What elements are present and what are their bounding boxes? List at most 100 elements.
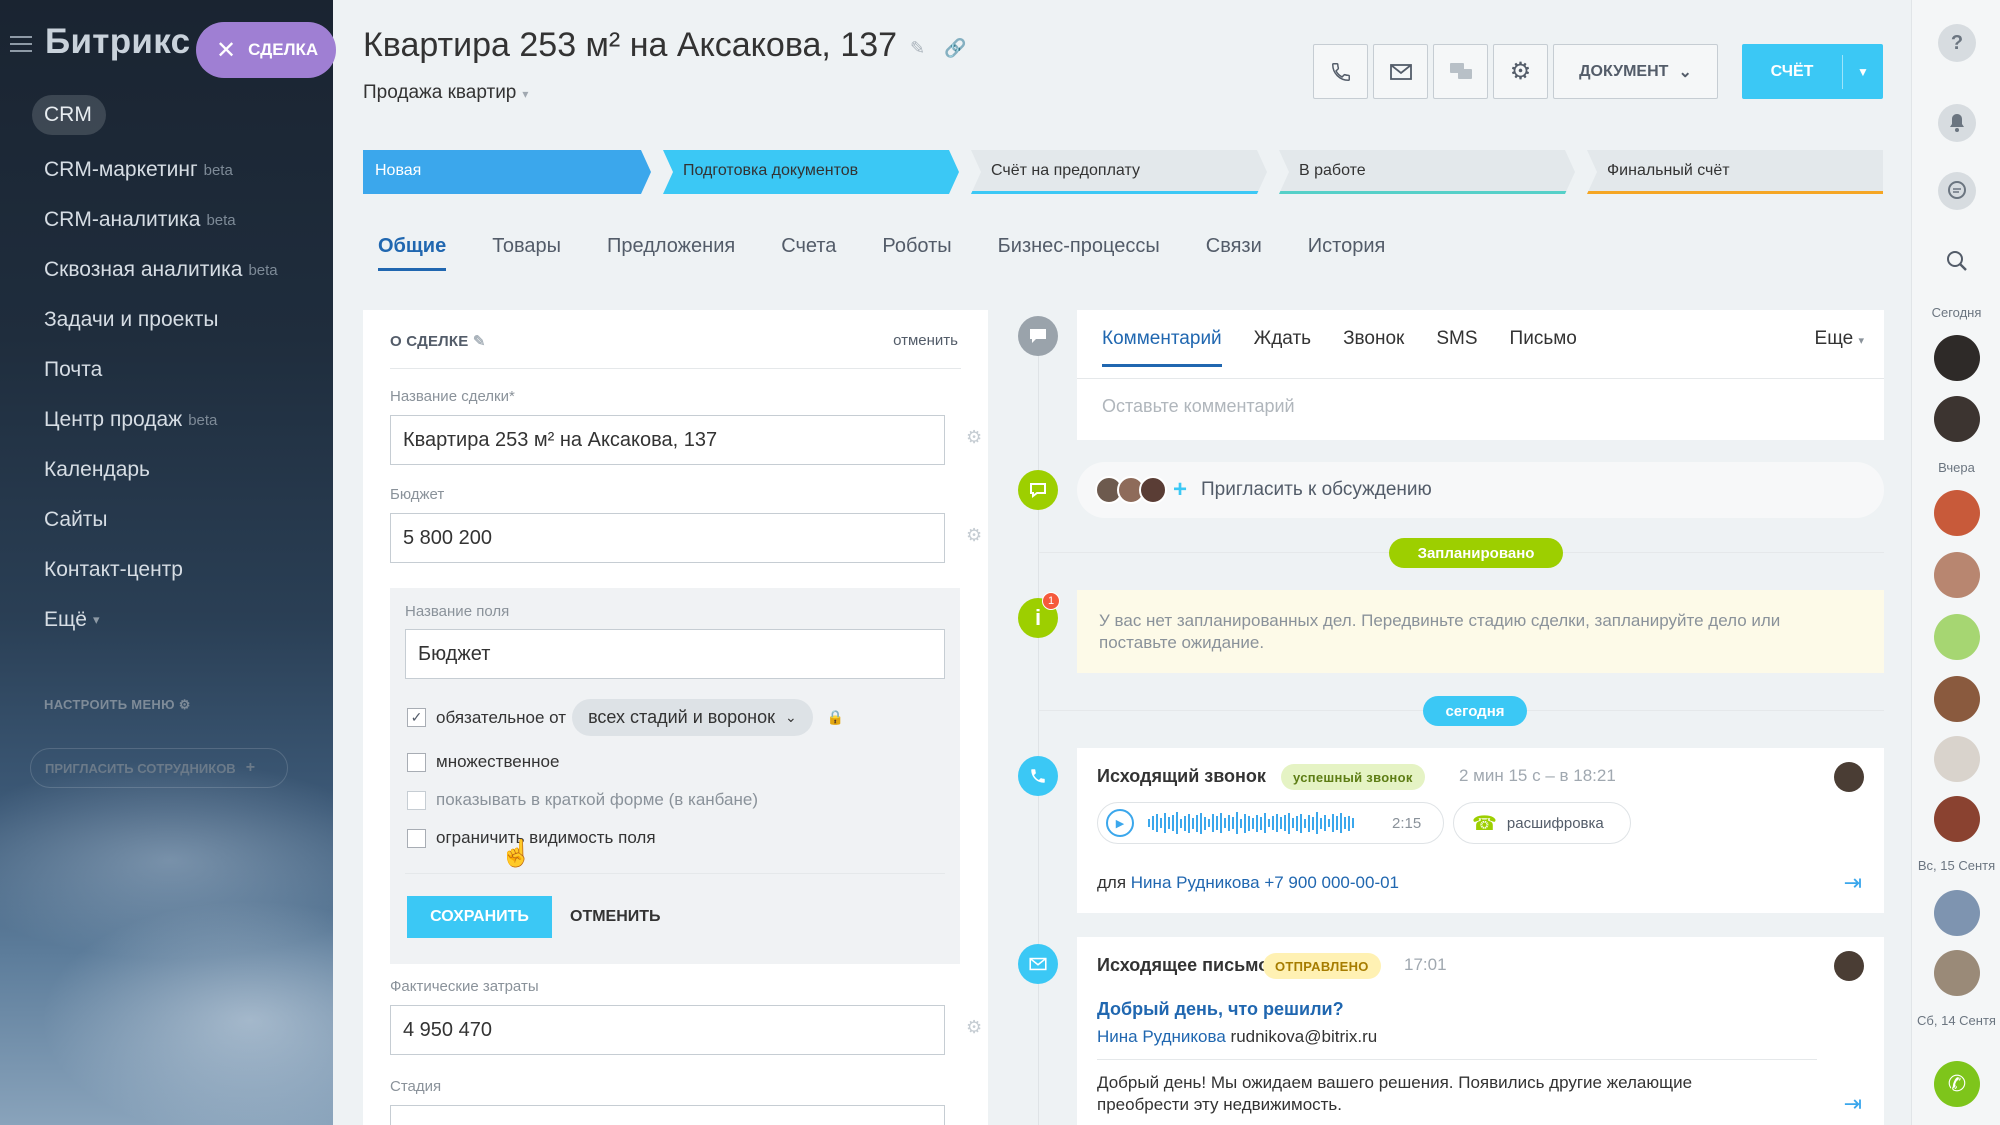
contact-link[interactable]: Нина Рудникова [1131, 873, 1260, 892]
comment-input[interactable]: Оставьте комментарий [1102, 396, 1295, 417]
invite-employees-button[interactable]: ПРИГЛАСИТЬ СОТРУДНИКОВ + [30, 748, 288, 788]
sidebar-item-label: Задачи и проекты [44, 308, 219, 331]
save-button[interactable]: СОХРАНИТЬ [407, 896, 552, 938]
tab-wait[interactable]: Ждать [1254, 328, 1311, 367]
actual-cost-input[interactable]: 4 950 470 [390, 1005, 945, 1055]
tab-comment[interactable]: Комментарий [1102, 328, 1222, 367]
play-icon[interactable]: ▶ [1106, 809, 1134, 837]
phone-link[interactable]: +7 900 000-00-01 [1264, 873, 1399, 892]
audio-waveform[interactable] [1148, 812, 1378, 834]
field-name-input[interactable]: Бюджет [405, 629, 945, 679]
stage-preparing-docs[interactable]: Подготовка документов [663, 150, 959, 194]
multiple-row: множественное [407, 752, 559, 772]
redirect-arrow-icon[interactable]: ⇥ [1844, 1091, 1862, 1117]
menu-burger-icon[interactable] [10, 36, 32, 52]
comment-panel: Комментарий Ждать Звонок SMS Письмо Еще … [1077, 310, 1884, 440]
tab-history[interactable]: История [1308, 235, 1386, 271]
deal-name-input[interactable]: Квартира 253 м² на Аксакова, 137 [390, 415, 945, 465]
chat-button[interactable] [1433, 44, 1488, 99]
tab-more[interactable]: Еще ▾ [1815, 328, 1864, 350]
email-button[interactable] [1373, 44, 1428, 99]
avatar[interactable] [1934, 736, 1980, 782]
pipeline-selector[interactable]: Продажа квартир ▾ [363, 82, 528, 104]
cancel-button[interactable]: ОТМЕНИТЬ [570, 896, 661, 938]
sidebar-item-tasks[interactable]: Задачи и проекты [32, 295, 278, 345]
visibility-checkbox[interactable] [407, 828, 426, 848]
tab-quotes[interactable]: Предложения [607, 235, 735, 271]
avatar[interactable] [1934, 614, 1980, 660]
stage-in-progress[interactable]: В работе [1279, 150, 1575, 194]
avatar[interactable] [1934, 796, 1980, 842]
sidebar-item-sites[interactable]: Сайты [32, 495, 278, 545]
envelope-icon [1018, 944, 1058, 984]
link-icon[interactable]: 🔗 [944, 38, 966, 58]
stage-final-invoice[interactable]: Финальный счёт [1587, 150, 1883, 194]
settings-button[interactable]: ⚙ [1493, 44, 1548, 99]
edit-pencil-icon[interactable]: ✎ [910, 38, 925, 58]
phone-icon[interactable]: ✆ [1934, 1061, 1980, 1107]
budget-input[interactable]: 5 800 200 [390, 513, 945, 563]
avatar[interactable] [1934, 950, 1980, 996]
activity-tabs: Комментарий Ждать Звонок SMS Письмо [1102, 328, 1577, 367]
stage-prepayment-invoice[interactable]: Счёт на предоплату [971, 150, 1267, 194]
avatar[interactable] [1934, 335, 1980, 381]
sidebar-item-more[interactable]: Ещё ▾ [32, 595, 278, 645]
multiple-checkbox[interactable] [407, 752, 426, 772]
avatar[interactable] [1834, 762, 1864, 792]
beta-badge: beta [203, 161, 233, 179]
tab-products[interactable]: Товары [492, 235, 561, 271]
invite-discussion-row[interactable]: + Пригласить к обсуждению [1077, 462, 1884, 518]
sidebar-item-mail[interactable]: Почта [32, 345, 278, 395]
avatar[interactable] [1934, 676, 1980, 722]
avatar[interactable] [1934, 396, 1980, 442]
required-checkbox[interactable]: ✓ [407, 708, 426, 727]
tab-email[interactable]: Письмо [1510, 328, 1577, 367]
avatar[interactable] [1934, 552, 1980, 598]
stage-select[interactable] [390, 1105, 945, 1125]
call-button[interactable] [1313, 44, 1368, 99]
gear-icon[interactable]: ⚙ [966, 525, 984, 545]
chat-icon[interactable] [1938, 172, 1976, 210]
bill-button[interactable]: СЧЁТ ▼ [1742, 44, 1883, 99]
tab-business-processes[interactable]: Бизнес-процессы [998, 235, 1160, 271]
tab-general[interactable]: Общие [378, 235, 447, 271]
card-cancel-link[interactable]: отменить [893, 332, 958, 349]
tab-sms[interactable]: SMS [1436, 328, 1477, 367]
required-stage-select[interactable]: всех стадий и воронок ⌄ [572, 699, 813, 736]
edit-pencil-icon[interactable]: ✎ [473, 333, 486, 350]
sidebar-item-crm-marketing[interactable]: CRM-маркетинг beta [32, 145, 278, 195]
kanban-checkbox[interactable] [407, 790, 426, 810]
document-button[interactable]: ДОКУМЕНТ ⌄ [1553, 44, 1718, 99]
sidebar-item-crm[interactable]: CRM [32, 95, 106, 135]
tab-robots[interactable]: Роботы [882, 235, 951, 271]
avatar[interactable] [1934, 890, 1980, 936]
sidebar-item-crm-analytics[interactable]: CRM-аналитика beta [32, 195, 278, 245]
redirect-arrow-icon[interactable]: ⇥ [1844, 870, 1862, 896]
bell-icon[interactable] [1938, 104, 1976, 142]
page-title[interactable]: Квартира 253 м² на Аксакова, 137 [363, 26, 897, 65]
tab-links[interactable]: Связи [1206, 235, 1262, 271]
close-deal-slider-button[interactable]: ✕ СДЕЛКА [196, 22, 336, 78]
transcript-button[interactable]: ☎ расшифровка [1453, 802, 1631, 844]
chevron-down-icon[interactable]: ▼ [1843, 65, 1883, 79]
app-logo[interactable]: Битрикс 2 [45, 22, 220, 62]
contact-link[interactable]: Нина Рудникова [1097, 1027, 1226, 1046]
sidebar-item-contact-center[interactable]: Контакт-центр [32, 545, 278, 595]
help-icon[interactable]: ? [1938, 24, 1976, 62]
audio-player[interactable]: ▶ 2:15 [1097, 802, 1444, 844]
gear-icon[interactable]: ⚙ [966, 1017, 984, 1037]
avatar[interactable] [1834, 951, 1864, 981]
stage-new[interactable]: Новая [363, 150, 651, 194]
chevron-down-icon: ⌄ [784, 709, 797, 725]
setup-menu-link[interactable]: НАСТРОИТЬ МЕНЮ ⚙ [44, 697, 191, 713]
avatar[interactable] [1934, 490, 1980, 536]
email-subject-link[interactable]: Добрый день, что решили? [1097, 999, 1344, 1020]
search-icon[interactable] [1938, 242, 1976, 280]
email-body-line: Добрый день! Мы ожидаем вашего решения. … [1097, 1073, 1693, 1092]
tab-call[interactable]: Звонок [1343, 328, 1404, 367]
sidebar-item-calendar[interactable]: Календарь [32, 445, 278, 495]
gear-icon[interactable]: ⚙ [966, 427, 984, 447]
sidebar-item-analytics[interactable]: Сквозная аналитика beta [32, 245, 278, 295]
tab-invoices[interactable]: Счета [781, 235, 836, 271]
sidebar-item-sales-center[interactable]: Центр продаж beta [32, 395, 278, 445]
